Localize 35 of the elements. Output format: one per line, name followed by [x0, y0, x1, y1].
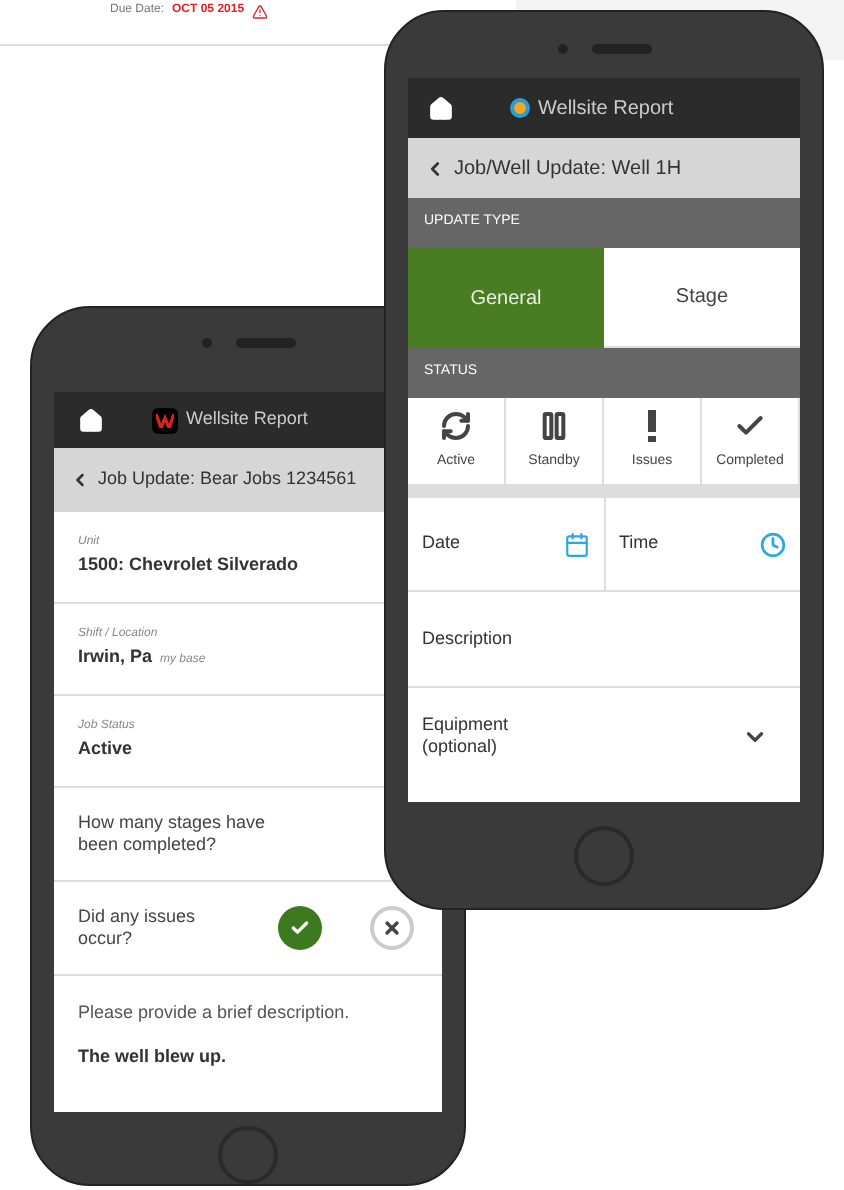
- exclamation-icon: [648, 409, 656, 442]
- app-title: Wellsite Report: [186, 406, 308, 433]
- app-logo-icon: [510, 98, 530, 118]
- speaker-icon: [591, 43, 651, 53]
- field-value: 1500: Chevrolet Silverado: [78, 552, 299, 579]
- calendar-icon: [563, 531, 589, 557]
- back-link[interactable]: Job/Well Update: Well 1H: [408, 138, 800, 198]
- description-field[interactable]: Description: [408, 592, 800, 688]
- app-logo-icon: [152, 407, 178, 434]
- arrows-cycle-icon: [440, 409, 472, 442]
- warning-icon: [252, 3, 269, 19]
- home-icon[interactable]: [428, 95, 454, 121]
- time-field[interactable]: Time: [605, 498, 800, 590]
- clock-icon: [760, 531, 786, 557]
- speaker-icon: [235, 338, 295, 349]
- check-icon: [290, 918, 310, 939]
- back-link[interactable]: Job Update: Bear Jobs 1234561: [70, 466, 357, 494]
- camera-icon: [557, 43, 567, 53]
- update-type-tab[interactable]: General: [408, 248, 604, 348]
- close-icon: [382, 918, 402, 939]
- home-icon[interactable]: [78, 407, 104, 434]
- question-text: Did any issues occur?: [78, 906, 198, 951]
- no-toggle[interactable]: [370, 906, 414, 951]
- app-title: Wellsite Report: [538, 95, 674, 123]
- equipment-dropdown[interactable]: Equipment (optional): [408, 688, 800, 784]
- camera-icon: [201, 338, 211, 349]
- date-field[interactable]: Date: [408, 498, 605, 590]
- field-value: Irwin, Pa: [78, 644, 153, 671]
- field-value: Active: [78, 736, 133, 763]
- yes-toggle[interactable]: [278, 906, 322, 951]
- pause-icon: [538, 409, 570, 442]
- question-text: How many stages have been completed?: [78, 812, 268, 857]
- description-value: The well blew up.: [78, 1043, 229, 1070]
- back-icon: [70, 470, 90, 491]
- description-prompt: Please provide a brief description.: [78, 1000, 352, 1027]
